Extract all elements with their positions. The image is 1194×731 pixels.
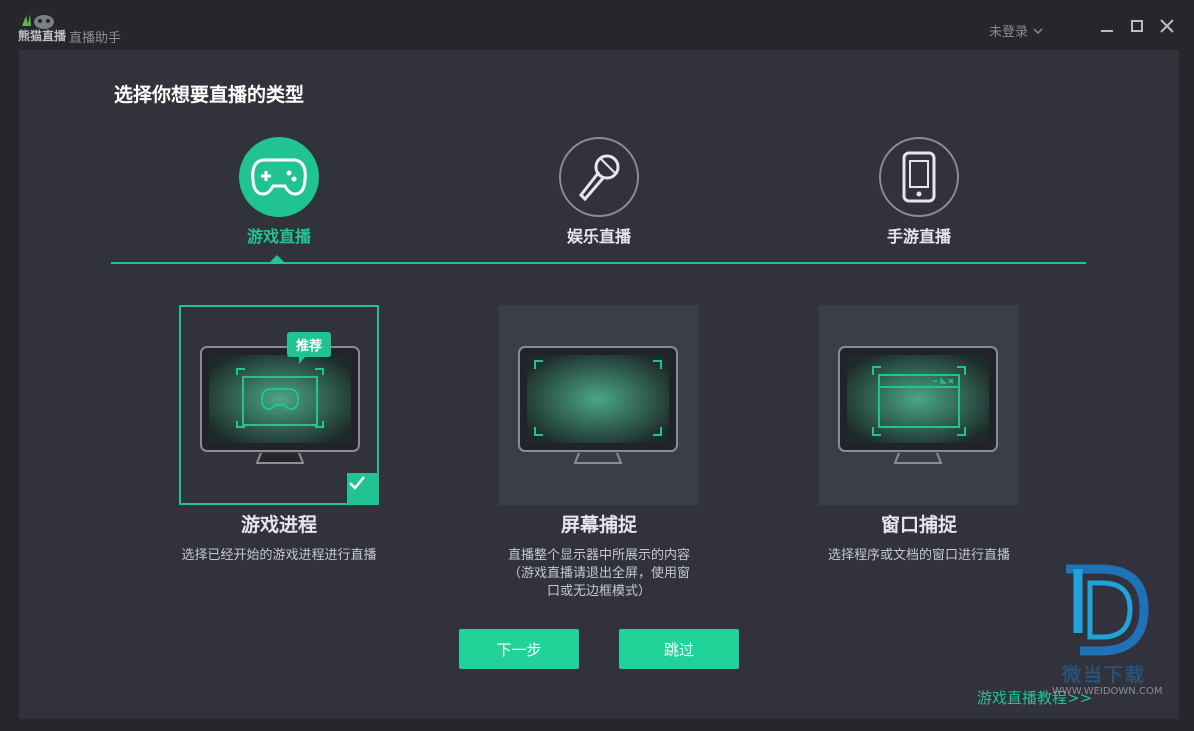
monitor-screen-icon — [518, 346, 678, 464]
selected-check — [347, 473, 379, 505]
watermark-text: 微当下载 — [1062, 664, 1147, 686]
gamepad-circle — [239, 137, 319, 217]
mode-card-screen-capture[interactable] — [499, 305, 699, 505]
mic-circle — [559, 137, 639, 217]
monitor-window-icon — [838, 346, 998, 464]
watermark-url: WWW.WEIDOWN.COM — [1052, 686, 1163, 697]
gamepad-icon — [251, 158, 307, 196]
mode-title: 屏幕捕捉 — [560, 514, 637, 536]
microphone-icon — [579, 154, 620, 202]
active-tab-indicator — [269, 255, 285, 263]
tab-entertainment-live[interactable]: 娱乐直播 — [539, 137, 659, 247]
tab-game-live[interactable]: 游戏直播 — [219, 137, 339, 247]
close-button[interactable] — [1157, 16, 1177, 36]
mode-card-window-capture[interactable] — [819, 305, 1019, 505]
app-window: 熊猫直播 直播助手 未登录 选择你想要直播的类型 游戏直播 娱乐直播 手游直播 … — [0, 0, 1194, 731]
maximize-icon — [1131, 20, 1143, 32]
phone-circle — [879, 137, 959, 217]
mode-title: 游戏进程 — [240, 514, 317, 536]
mode-desc: 直播整个显示器中所展示的内容 （游戏直播请退出全屏，使用窗 口或无边框模式） — [469, 547, 729, 601]
check-icon — [349, 476, 365, 490]
mode-desc-line: 口或无边框模式） — [546, 584, 651, 599]
recommend-badge: 推荐 — [287, 332, 332, 364]
title-bar: 熊猫直播 直播助手 未登录 — [0, 0, 1194, 50]
close-icon — [1160, 19, 1174, 33]
tab-label: 娱乐直播 — [566, 227, 631, 246]
minimize-icon — [1101, 30, 1113, 32]
mode-desc: 选择程序或文档的窗口进行直播 — [827, 548, 1010, 563]
app-subtitle: 直播助手 — [69, 31, 122, 46]
mode-desc-line: （游戏直播请退出全屏，使用窗 — [507, 566, 690, 581]
tab-mobile-live[interactable]: 手游直播 — [859, 137, 979, 247]
mode-desc-line: 直播整个显示器中所展示的内容 — [507, 548, 690, 563]
next-button[interactable]: 下一步 — [459, 629, 579, 669]
maximize-button[interactable] — [1127, 16, 1147, 36]
mode-card-game-process[interactable]: 推荐 — [179, 305, 379, 505]
tab-label: 游戏直播 — [246, 227, 311, 246]
mode-title: 窗口捕捉 — [880, 514, 957, 536]
phone-icon — [902, 151, 936, 203]
login-label: 未登录 — [989, 25, 1029, 40]
mode-desc: 选择已经开始的游戏进程进行直播 — [181, 548, 377, 563]
page-title: 选择你想要直播的类型 — [114, 84, 305, 106]
tab-label: 手游直播 — [886, 227, 951, 246]
skip-button[interactable]: 跳过 — [619, 629, 739, 669]
main-panel: 选择你想要直播的类型 游戏直播 娱乐直播 手游直播 推荐 游戏进程 选择已经开始… — [19, 50, 1179, 719]
chevron-down-icon — [1033, 27, 1043, 34]
tab-divider — [111, 262, 1086, 264]
minimize-button[interactable] — [1097, 16, 1117, 36]
logo-text: 熊猫直播 — [18, 29, 67, 43]
login-dropdown[interactable]: 未登录 — [989, 21, 1044, 40]
